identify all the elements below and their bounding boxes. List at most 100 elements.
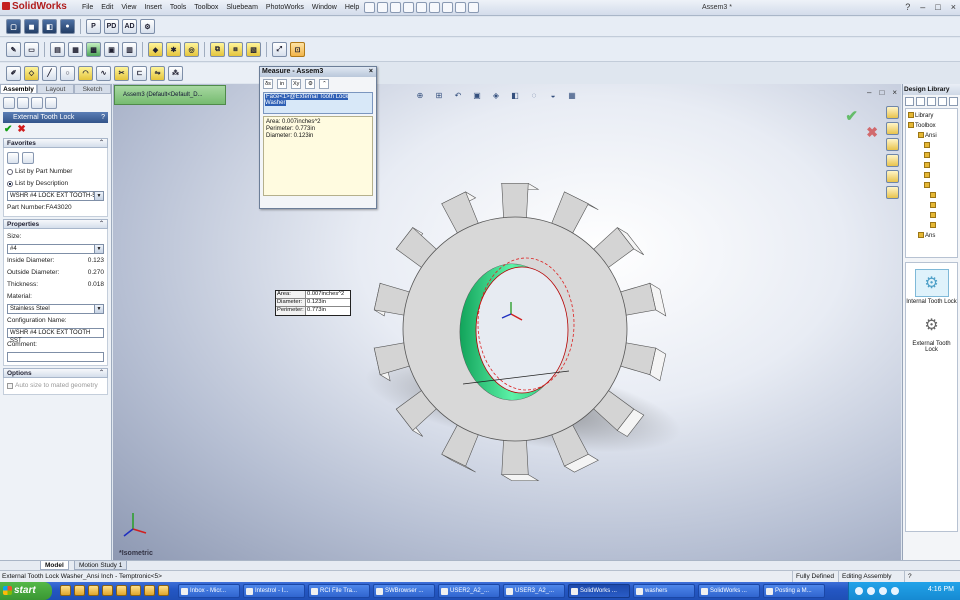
pd-button[interactable]: PD — [104, 19, 119, 34]
previous-view-icon[interactable]: ↶ — [451, 88, 465, 102]
confirm-cancel-icon[interactable]: ✖ — [866, 124, 878, 141]
task-button-active[interactable]: SolidWorks ... — [568, 584, 630, 598]
property-manager-icon[interactable] — [17, 97, 29, 109]
material-dropdown[interactable]: Stainless Steel ▼ — [7, 304, 104, 314]
tab-sketch[interactable]: Sketch — [74, 84, 111, 94]
task-button[interactable]: RCI File Tra... — [308, 584, 370, 598]
minimize-button[interactable]: – — [920, 2, 925, 13]
checkbox-icon[interactable] — [7, 383, 13, 389]
configuration-name-field[interactable]: WSHR #4 LOCK EXT TOOTH SST — [7, 328, 104, 344]
tree-node[interactable] — [908, 211, 955, 221]
tree-node[interactable]: Library — [908, 111, 955, 121]
ad-button[interactable]: AD — [122, 19, 137, 34]
add-location-icon[interactable] — [927, 97, 936, 106]
tab-motion-study[interactable]: Motion Study 1 — [74, 561, 128, 570]
line-icon[interactable]: ╱ — [42, 65, 57, 81]
view-palette-icon[interactable] — [886, 170, 899, 183]
help-button[interactable]: ? — [905, 2, 910, 13]
tree-node[interactable] — [908, 181, 955, 191]
cylinder-icon[interactable]: ◎ — [184, 42, 199, 57]
rebuild-icon[interactable] — [442, 2, 453, 13]
edit-appearance-icon[interactable]: ◒ — [546, 88, 560, 102]
network-icon[interactable] — [855, 587, 863, 595]
p-button[interactable]: P — [86, 19, 101, 34]
select-icon[interactable] — [429, 2, 440, 13]
config-icon[interactable]: ⚙ — [140, 19, 155, 34]
start-button[interactable]: start — [0, 582, 52, 600]
menu-insert[interactable]: Insert — [140, 3, 166, 13]
task-button[interactable]: SWBrowser ... — [373, 584, 435, 598]
task-button[interactable]: USER2_A2_... — [438, 584, 500, 598]
sketch-icon[interactable]: ✐ — [6, 65, 21, 81]
point-to-point-icon[interactable]: ⚙ — [305, 78, 316, 89]
measure-dialog[interactable]: Measure - Assem3 × δs in Xy ⚙ ⌃ Face<1>@… — [259, 66, 377, 209]
spline-icon[interactable]: ∿ — [96, 65, 111, 81]
list-by-description-radio[interactable]: List by Description — [7, 178, 104, 190]
update-icon[interactable] — [891, 587, 899, 595]
tab-assembly[interactable]: Assembly — [0, 84, 37, 94]
tree-node[interactable] — [908, 171, 955, 181]
print-icon[interactable] — [403, 2, 414, 13]
options-icon[interactable] — [455, 2, 466, 13]
media-icon[interactable] — [130, 585, 141, 596]
feature-tree-icon[interactable] — [3, 97, 15, 109]
favorites-header[interactable]: Favorites ⌃ — [3, 138, 108, 148]
arc-icon[interactable]: ◠ — [78, 65, 93, 81]
add-favorite-icon[interactable] — [7, 152, 19, 164]
undo-icon[interactable] — [416, 2, 427, 13]
properties-header[interactable]: Properties ⌃ — [3, 219, 108, 229]
tree-node[interactable] — [908, 161, 955, 171]
auto-size-checkbox[interactable]: Auto size to mated geometry — [7, 380, 104, 392]
mate-icon[interactable]: ▤ — [50, 42, 65, 57]
solidworks-quick-icon[interactable] — [116, 585, 127, 596]
dimxpert-icon[interactable] — [45, 97, 57, 109]
explode-icon[interactable]: ▥ — [122, 42, 137, 57]
part-view-icon[interactable]: ◼ — [24, 19, 39, 34]
close-button[interactable]: × — [951, 2, 956, 13]
back-icon[interactable] — [905, 97, 914, 106]
chevron-down-icon[interactable]: ▼ — [94, 192, 103, 200]
washer-model[interactable] — [343, 164, 683, 484]
rotate-icon[interactable]: ▩ — [86, 42, 101, 57]
volume-icon[interactable] — [867, 587, 875, 595]
collapse-icon[interactable]: ⌃ — [319, 78, 330, 89]
chevron-down-icon[interactable]: ▼ — [94, 245, 103, 253]
task-button[interactable]: Posting a M... — [763, 584, 825, 598]
menu-edit[interactable]: Edit — [97, 3, 117, 13]
replace-icon[interactable]: ▧ — [246, 42, 261, 57]
app-icon[interactable] — [158, 585, 169, 596]
remove-favorite-icon[interactable] — [22, 152, 34, 164]
tree-node[interactable] — [908, 191, 955, 201]
chevron-down-icon[interactable]: ▼ — [94, 305, 103, 313]
measure-active-icon[interactable]: ⊡ — [290, 42, 305, 57]
scene-icon[interactable]: ▦ — [565, 88, 579, 102]
folder-icon[interactable] — [144, 585, 155, 596]
measure-selection-box[interactable]: Face<1>@External Tooth Lock Washer — [263, 92, 373, 114]
browser-icon[interactable] — [102, 585, 113, 596]
hole-wizard-icon[interactable]: ✱ — [166, 42, 181, 57]
paste-icon[interactable]: ⧈ — [228, 42, 243, 57]
security-icon[interactable] — [879, 587, 887, 595]
move-icon[interactable]: ▦ — [68, 42, 83, 57]
close-icon[interactable]: × — [892, 88, 897, 97]
chevron-up-icon[interactable]: ⌃ — [99, 369, 104, 378]
chevron-up-icon[interactable]: ⌃ — [99, 139, 104, 148]
radio-selected-icon[interactable] — [7, 181, 13, 187]
menu-toolbox[interactable]: Toolbox — [190, 3, 222, 13]
open-icon[interactable] — [377, 2, 388, 13]
menu-window[interactable]: Window — [308, 3, 341, 13]
file-explorer-icon[interactable] — [886, 138, 899, 151]
minimize-icon[interactable]: – — [867, 88, 871, 97]
task-button[interactable]: SolidWorks ... — [698, 584, 760, 598]
tree-node[interactable] — [908, 221, 955, 231]
trim-icon[interactable]: ✂ — [114, 65, 129, 81]
selected-face-item[interactable]: Face<1>@External Tooth Lock Washer — [265, 94, 349, 106]
size-dropdown[interactable]: #4 ▼ — [7, 244, 104, 254]
restore-button[interactable]: □ — [935, 2, 940, 13]
offset-icon[interactable]: ⊏ — [132, 65, 147, 81]
resources-icon[interactable] — [886, 106, 899, 119]
explorer-icon[interactable] — [88, 585, 99, 596]
menu-tools[interactable]: Tools — [166, 3, 190, 13]
chevron-up-icon[interactable]: ⌃ — [99, 220, 104, 229]
tree-node[interactable]: Toolbox — [908, 121, 955, 131]
